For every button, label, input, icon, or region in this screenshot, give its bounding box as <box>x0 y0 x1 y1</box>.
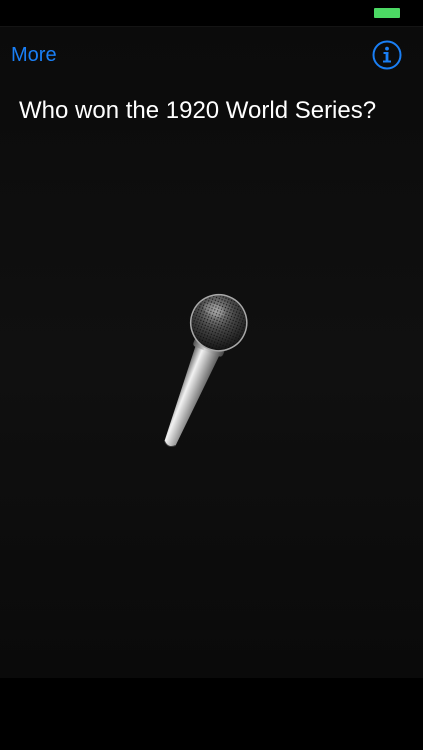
bottom-bar <box>0 678 423 750</box>
app-screen: More Who won the 1920 World Series? <box>0 0 423 750</box>
question-text: Who won the 1920 World Series? <box>19 97 377 124</box>
battery-icon <box>374 8 400 18</box>
more-button[interactable]: More <box>11 43 57 67</box>
info-icon[interactable] <box>372 40 402 70</box>
status-bar <box>0 0 423 26</box>
microphone-icon[interactable] <box>160 292 260 460</box>
